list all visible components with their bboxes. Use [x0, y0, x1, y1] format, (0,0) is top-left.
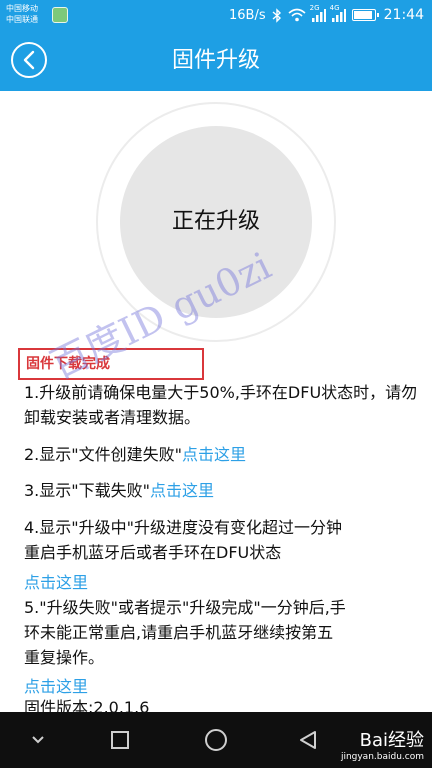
- title-bar: 固件升级: [0, 30, 432, 91]
- tip-5: 点击这里 5."升级失败"或者提示"升级完成"一分钟后,手 环未能正常重启,请重…: [24, 570, 346, 670]
- baidu-url: jingyan.baidu.com: [340, 752, 424, 762]
- tip-2: 2.显示"文件创建失败"点击这里: [24, 442, 246, 467]
- signal-icon-1: 2G: [310, 4, 326, 22]
- carrier-2: 中国联通: [6, 15, 38, 24]
- tip-3: 3.显示"下载失败"点击这里: [24, 478, 214, 503]
- carrier-1: 中国移动: [6, 4, 38, 13]
- navigation-bar: Bai经验 jingyan.baidu.com: [0, 712, 432, 768]
- back-button[interactable]: [11, 42, 47, 78]
- signal-1-tag: 2G: [309, 3, 320, 12]
- carrier-info: 中国移动 中国联通: [6, 3, 38, 25]
- signal-2-tag: 4G: [329, 3, 340, 12]
- tip-3-text: 3.显示"下载失败": [24, 481, 150, 500]
- circle-home-icon: [205, 729, 227, 751]
- battery-icon: [351, 9, 379, 21]
- tip-5-line-3: 重复操作。: [24, 648, 105, 667]
- tip-4-link[interactable]: 点击这里: [24, 570, 346, 595]
- tip-5-link[interactable]: 点击这里: [24, 677, 88, 696]
- bluetooth-icon: [272, 7, 282, 23]
- tip-4-line-2: 重启手机蓝牙后或者手环在DFU状态: [24, 543, 282, 562]
- page-title: 固件升级: [171, 48, 260, 73]
- baidu-logo: Bai经验: [359, 730, 424, 751]
- net-speed: 16B/s: [229, 7, 266, 23]
- nav-collapse-button[interactable]: [14, 712, 62, 768]
- tip-2-link[interactable]: 点击这里: [182, 445, 246, 464]
- tip-5-line-1: 5."升级失败"或者提示"升级完成"一分钟后,手: [24, 598, 346, 617]
- chevron-left-icon: [23, 50, 35, 70]
- clock: 21:44: [383, 7, 424, 23]
- status-bar: 中国移动 中国联通 16B/s 2G 4G 21:44: [0, 0, 432, 30]
- status-indicators: 16B/s 2G 4G 21:44: [229, 0, 424, 30]
- notification-app-icon: [52, 7, 68, 23]
- tip-3-link[interactable]: 点击这里: [150, 481, 214, 500]
- nav-home-button[interactable]: [192, 712, 240, 768]
- nav-recents-button[interactable]: [96, 712, 144, 768]
- chevron-down-icon: [32, 736, 44, 744]
- battery-level: [353, 11, 373, 19]
- tip-4-line-1: 4.显示"升级中"升级进度没有变化超过一分钟: [24, 518, 342, 537]
- tip-5-line-2: 环未能正常重启,请重启手机蓝牙继续按第五: [24, 623, 334, 642]
- tip-4: 4.显示"升级中"升级进度没有变化超过一分钟 重启手机蓝牙后或者手环在DFU状态: [24, 515, 342, 565]
- wifi-icon: [288, 8, 306, 22]
- tip-1: 1.升级前请确保电量大于50%,手环在DFU状态时，请勿卸载安装或者清理数据。: [24, 383, 418, 427]
- tip-2-text: 2.显示"文件创建失败": [24, 445, 182, 464]
- square-recents-icon: [111, 731, 129, 749]
- tip-5-link-row: 点击这里: [24, 674, 88, 699]
- nav-back-button[interactable]: [284, 712, 332, 768]
- signal-icon-2: 4G: [330, 4, 346, 22]
- triangle-back-icon: [300, 731, 316, 749]
